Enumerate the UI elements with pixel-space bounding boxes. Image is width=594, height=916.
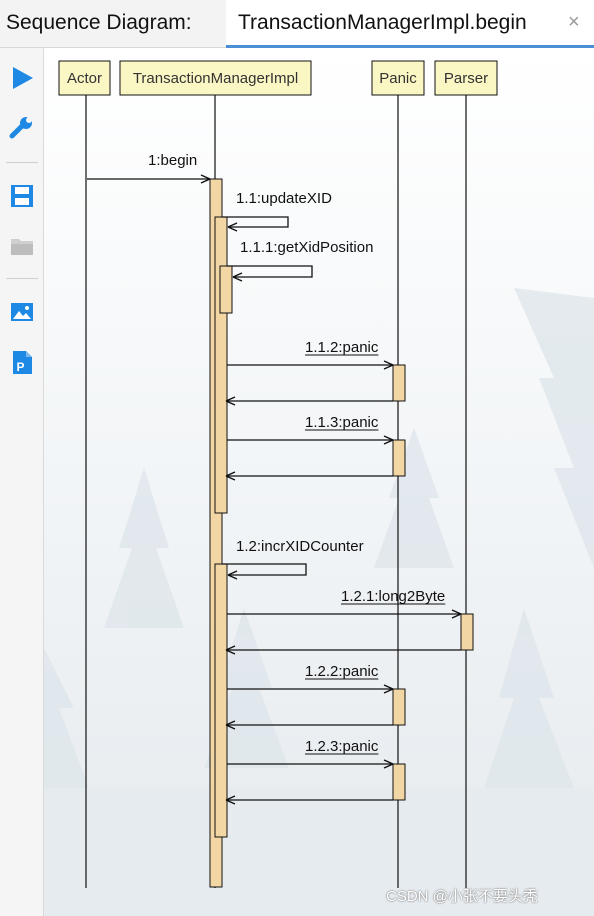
tab-label: TransactionManagerImpl.begin [238, 11, 527, 34]
message-7-label: 1.2.1:long2Byte [341, 588, 445, 605]
tab-transactionmanagerimpl-begin[interactable]: TransactionManagerImpl.begin × [226, 0, 594, 48]
activation-incrxidcounter[interactable] [214, 563, 228, 838]
activation-panic-4[interactable] [392, 763, 406, 801]
activation-getxidposition[interactable] [219, 265, 233, 314]
pdf-export-icon[interactable]: P [8, 348, 36, 376]
participant-label-panic: Panic [379, 70, 417, 87]
message-9-label: 1.2.3:panic [305, 738, 379, 755]
message-6-label: 1.2:incrXIDCounter [236, 538, 364, 555]
diagram-canvas[interactable]: Actor TransactionManagerImpl Panic Parser 1:… [44, 48, 594, 916]
participant-label-tmi: TransactionManagerImpl [133, 70, 298, 87]
activation-panic-2[interactable] [392, 439, 406, 477]
message-6-arrow[interactable] [222, 563, 307, 576]
activation-long2byte[interactable] [460, 613, 474, 651]
sequence-diagram[interactable]: Actor TransactionManagerImpl Panic Parser 1:… [44, 48, 594, 916]
image-icon[interactable] [8, 298, 36, 326]
participant-label-actor: Actor [67, 70, 102, 87]
activation-panic-3[interactable] [392, 688, 406, 726]
save-icon[interactable] [8, 182, 36, 210]
toolbar-divider [6, 162, 38, 163]
folder-icon [8, 232, 36, 260]
toolbar-divider [6, 278, 38, 279]
activation-updatexid[interactable] [214, 216, 228, 514]
message-3-arrow[interactable] [227, 265, 313, 278]
message-8-label: 1.2.2:panic [305, 663, 379, 680]
message-5-label: 1.1.3:panic [305, 414, 379, 431]
watermark: CSDN @小张不要头秃 [386, 888, 538, 905]
close-tab-icon[interactable]: × [568, 12, 580, 32]
panel-title: Sequence Diagram: [6, 11, 192, 34]
play-icon[interactable] [8, 64, 36, 92]
participant-label-parser: Parser [444, 70, 488, 87]
wrench-icon[interactable] [8, 114, 36, 142]
message-1-label: 1:begin [148, 152, 197, 169]
side-toolbar: P [0, 48, 44, 916]
message-2-label: 1.1:updateXID [236, 190, 332, 207]
message-4-label: 1.1.2:panic [305, 339, 379, 356]
svg-text:P: P [17, 360, 25, 374]
title-bar: Sequence Diagram: TransactionManagerImpl… [0, 0, 594, 48]
message-3-label: 1.1.1:getXidPosition [240, 239, 373, 256]
activation-panic-1[interactable] [392, 364, 406, 402]
